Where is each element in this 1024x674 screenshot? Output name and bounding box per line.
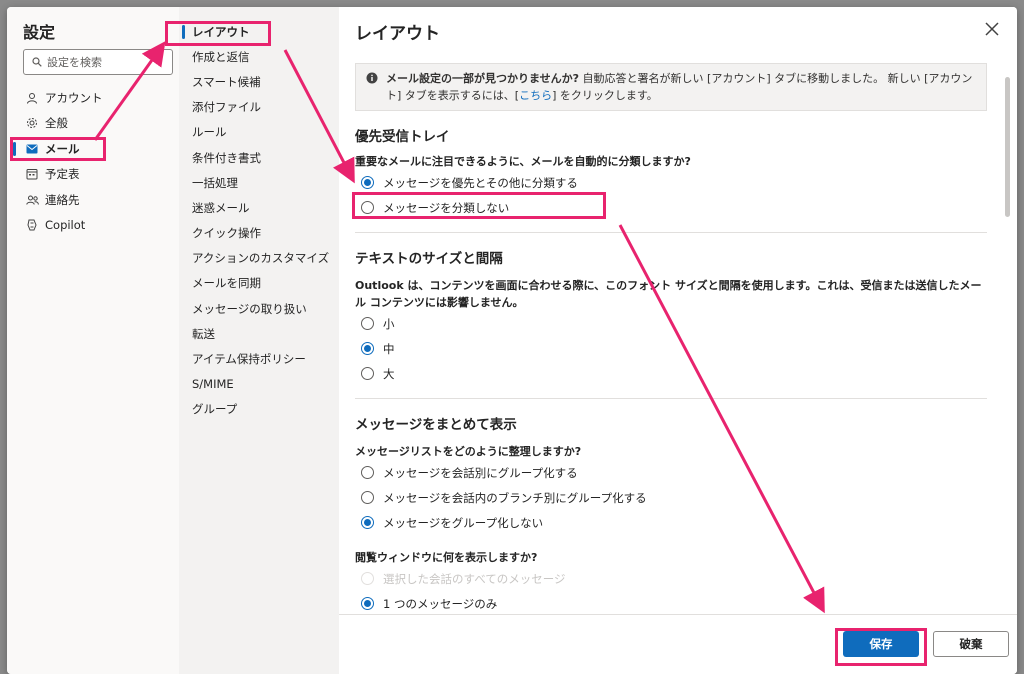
category-label: アカウント bbox=[45, 90, 103, 105]
focused-inbox-question: 重要なメールに注目できるように、メールを自動的に分類しますか? bbox=[355, 155, 691, 168]
settings-category-list: アカウント 全般 メール 予定表 連絡先 Copilot bbox=[7, 85, 179, 238]
settings-scroll-area[interactable]: メール設定の一部が見つかりませんか? 自動応答と署名が新しい [アカウント] タ… bbox=[355, 63, 987, 615]
category-label: Copilot bbox=[45, 218, 86, 233]
mail-nav-groups[interactable]: グループ bbox=[179, 397, 339, 422]
radio-circle[interactable] bbox=[361, 176, 374, 189]
radio-circle[interactable] bbox=[361, 317, 374, 330]
radio-label: 選択した会話のすべてのメッセージ bbox=[383, 571, 566, 586]
radio-label: メッセージをグループ化しない bbox=[383, 515, 544, 530]
copilot-icon bbox=[25, 218, 39, 232]
conversation-heading: メッセージをまとめて表示 bbox=[355, 417, 517, 433]
vertical-scrollbar[interactable] bbox=[1005, 69, 1011, 619]
discard-button[interactable]: 破棄 bbox=[933, 631, 1009, 657]
here-link[interactable]: こちら bbox=[519, 89, 552, 102]
category-label: 連絡先 bbox=[45, 192, 80, 207]
radio-size-large[interactable]: 大 bbox=[355, 361, 987, 386]
radio-label: 1 つのメッセージのみ bbox=[383, 596, 498, 611]
mail-nav-rules[interactable]: ルール bbox=[179, 120, 339, 145]
info-banner: メール設定の一部が見つかりませんか? 自動応答と署名が新しい [アカウント] タ… bbox=[355, 63, 987, 111]
banner-text-end: ] をクリックします。 bbox=[552, 89, 658, 102]
mail-nav-compose[interactable]: 作成と返信 bbox=[179, 44, 339, 69]
radio-circle[interactable] bbox=[361, 516, 374, 529]
radio-circle[interactable] bbox=[361, 466, 374, 479]
mail-nav-retention[interactable]: アイテム保持ポリシー bbox=[179, 346, 339, 371]
scrollbar-thumb[interactable] bbox=[1005, 77, 1010, 217]
category-calendar[interactable]: 予定表 bbox=[7, 162, 179, 188]
radio-label: メッセージを優先とその他に分類する bbox=[383, 175, 578, 190]
mail-nav-sweep[interactable]: 一括処理 bbox=[179, 170, 339, 195]
settings-search-input[interactable]: 設定を検索 bbox=[23, 49, 173, 75]
radio-label: メッセージを会話別にグループ化する bbox=[383, 465, 578, 480]
close-icon[interactable] bbox=[983, 20, 1001, 38]
search-icon bbox=[32, 57, 42, 67]
radio-label: メッセージを会話内のブランチ別にグループ化する bbox=[383, 490, 647, 505]
radio-all-messages: 選択した会話のすべてのメッセージ bbox=[355, 566, 987, 591]
people-icon bbox=[25, 193, 39, 207]
info-icon bbox=[366, 72, 378, 84]
gear-icon bbox=[25, 116, 39, 130]
category-general[interactable]: 全般 bbox=[7, 111, 179, 137]
radio-single-message[interactable]: 1 つのメッセージのみ bbox=[355, 591, 987, 615]
category-mail[interactable]: メール bbox=[7, 136, 179, 162]
radio-circle bbox=[361, 572, 374, 585]
radio-circle[interactable] bbox=[361, 201, 374, 214]
settings-dialog: 設定 設定を検索 アカウント 全般 メール 予定表 連絡先 Copilot レイ… bbox=[7, 7, 1017, 674]
save-button[interactable]: 保存 bbox=[843, 631, 919, 657]
person-icon bbox=[25, 91, 39, 105]
mail-nav-smime[interactable]: S/MIME bbox=[179, 372, 339, 397]
layout-settings-panel: レイアウト メール設定の一部が見つかりませんか? 自動応答と署名が新しい [アカ… bbox=[339, 7, 1017, 674]
category-people[interactable]: 連絡先 bbox=[7, 187, 179, 213]
radio-circle[interactable] bbox=[361, 367, 374, 380]
radio-circle[interactable] bbox=[361, 597, 374, 610]
mail-nav-customize-actions[interactable]: アクションのカスタマイズ bbox=[179, 246, 339, 271]
focused-inbox-heading: 優先受信トレイ bbox=[355, 129, 450, 145]
mail-icon bbox=[25, 142, 39, 156]
conversation-question: メッセージリストをどのように整理しますか? bbox=[355, 445, 582, 458]
category-label: メール bbox=[45, 141, 80, 156]
category-accounts[interactable]: アカウント bbox=[7, 85, 179, 111]
search-placeholder: 設定を検索 bbox=[47, 56, 102, 69]
banner-bold-text: メール設定の一部が見つかりませんか? bbox=[386, 72, 580, 85]
radio-group-by-branch[interactable]: メッセージを会話内のブランチ別にグループ化する bbox=[355, 485, 987, 510]
radio-label: メッセージを分類しない bbox=[383, 200, 510, 215]
mail-nav-forwarding[interactable]: 転送 bbox=[179, 321, 339, 346]
mail-nav-junk[interactable]: 迷惑メール bbox=[179, 195, 339, 220]
dialog-footer: 保存 破棄 bbox=[339, 614, 1017, 674]
radio-size-medium[interactable]: 中 bbox=[355, 336, 987, 361]
radio-label: 中 bbox=[383, 341, 395, 356]
text-size-description: Outlook は、コンテンツを画面に合わせる際に、このフォント サイズと間隔を… bbox=[355, 279, 982, 309]
mail-nav-smart-suggestions[interactable]: スマート候補 bbox=[179, 69, 339, 94]
mail-settings-pane: レイアウト 作成と返信 スマート候補 添付ファイル ルール 条件付き書式 一括処… bbox=[179, 7, 339, 674]
radio-group-by-conversation[interactable]: メッセージを会話別にグループ化する bbox=[355, 460, 987, 485]
radio-label: 小 bbox=[383, 316, 395, 331]
mail-nav-conditional-formatting[interactable]: 条件付き書式 bbox=[179, 145, 339, 170]
reading-pane-question: 閲覧ウィンドウに何を表示しますか? bbox=[355, 551, 538, 564]
radio-circle[interactable] bbox=[361, 491, 374, 504]
text-size-heading: テキストのサイズと間隔 bbox=[355, 251, 503, 267]
radio-focused-sort[interactable]: メッセージを優先とその他に分類する bbox=[355, 170, 987, 195]
radio-dont-sort[interactable]: メッセージを分類しない bbox=[355, 195, 987, 220]
radio-no-grouping[interactable]: メッセージをグループ化しない bbox=[355, 510, 987, 535]
mail-nav-layout[interactable]: レイアウト bbox=[179, 19, 339, 44]
calendar-icon bbox=[25, 167, 39, 181]
page-title: レイアウト bbox=[355, 24, 440, 44]
mail-nav-message-handling[interactable]: メッセージの取り扱い bbox=[179, 296, 339, 321]
mail-nav-quick-steps[interactable]: クイック操作 bbox=[179, 221, 339, 246]
settings-title: 設定 bbox=[23, 23, 56, 42]
radio-label: 大 bbox=[383, 366, 395, 381]
radio-circle[interactable] bbox=[361, 342, 374, 355]
settings-category-pane: 設定 設定を検索 アカウント 全般 メール 予定表 連絡先 Copilot bbox=[7, 7, 179, 674]
category-label: 全般 bbox=[45, 116, 68, 131]
radio-size-small[interactable]: 小 bbox=[355, 311, 987, 336]
mail-nav-attachments[interactable]: 添付ファイル bbox=[179, 95, 339, 120]
category-copilot[interactable]: Copilot bbox=[7, 213, 179, 239]
mail-settings-list: レイアウト 作成と返信 スマート候補 添付ファイル ルール 条件付き書式 一括処… bbox=[179, 19, 339, 422]
section-divider bbox=[355, 232, 987, 233]
category-label: 予定表 bbox=[45, 167, 80, 182]
mail-nav-sync[interactable]: メールを同期 bbox=[179, 271, 339, 296]
section-divider bbox=[355, 398, 987, 399]
